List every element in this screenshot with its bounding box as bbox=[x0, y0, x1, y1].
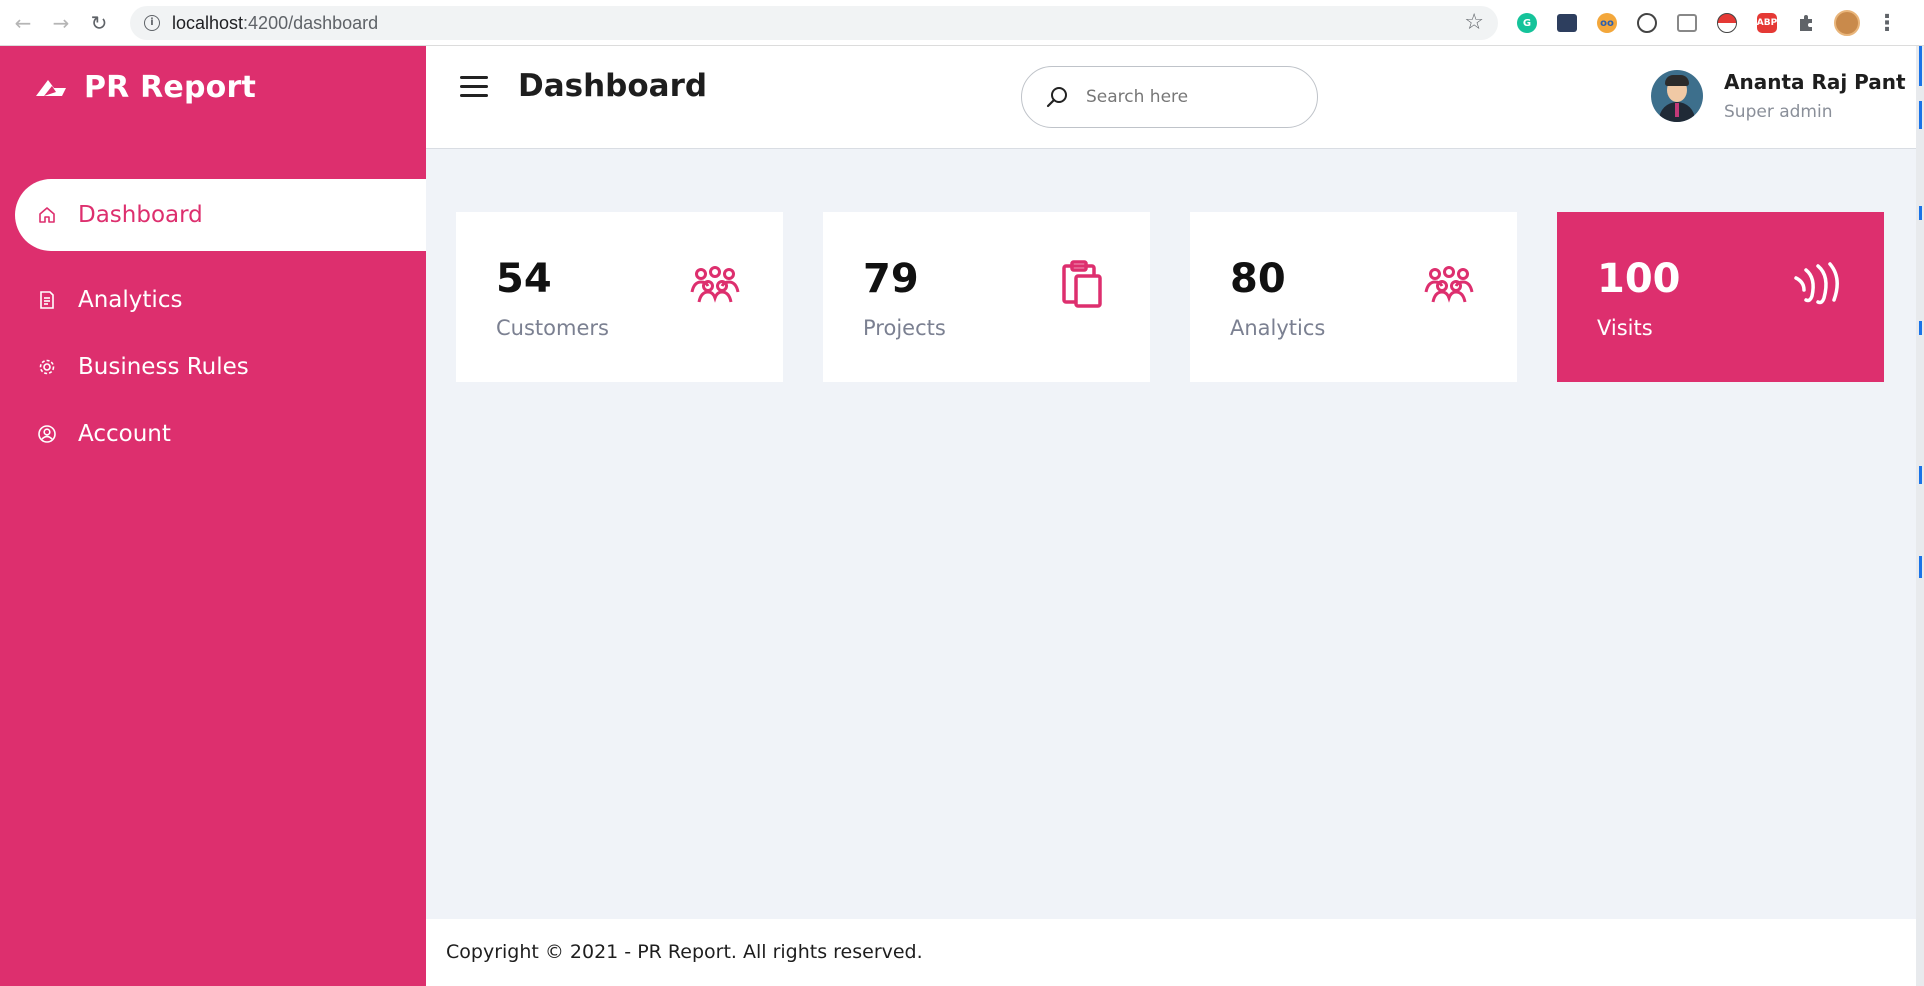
sidebar-item-analytics[interactable]: Analytics bbox=[0, 266, 426, 333]
back-arrow-icon[interactable]: ← bbox=[8, 8, 38, 38]
pokeball-icon[interactable] bbox=[1712, 8, 1742, 38]
browser-toolbar: ← → ↻ i localhost:4200/dashboard ☆ G oo … bbox=[0, 0, 1924, 46]
stat-value: 79 bbox=[863, 256, 919, 302]
sidebar-item-label: Dashboard bbox=[78, 202, 203, 228]
avatar[interactable] bbox=[1651, 70, 1703, 122]
sidebar-item-business-rules[interactable]: Business Rules bbox=[0, 333, 426, 400]
abp-label: ABP bbox=[1757, 13, 1777, 33]
sidebar-item-label: Business Rules bbox=[78, 353, 249, 380]
home-icon bbox=[36, 204, 58, 226]
user-circle-icon bbox=[36, 423, 58, 445]
footer: Copyright © 2021 - PR Report. All rights… bbox=[426, 919, 1916, 986]
gear-icon bbox=[36, 356, 58, 378]
kebab-menu-icon[interactable]: ⋮ bbox=[1872, 8, 1902, 38]
url-host: localhost bbox=[172, 12, 244, 33]
stat-label: Visits bbox=[1597, 316, 1653, 340]
bookmark-star-icon[interactable]: ☆ bbox=[1464, 10, 1484, 35]
cast-icon[interactable] bbox=[1672, 8, 1702, 38]
sidebar-menu: Dashboard Analytics Business Rules Accou… bbox=[0, 179, 426, 467]
search-icon bbox=[1046, 87, 1067, 108]
brand[interactable]: PR Report bbox=[34, 70, 256, 105]
search-box[interactable] bbox=[1021, 66, 1318, 128]
url-text[interactable]: localhost:4200/dashboard bbox=[172, 13, 378, 34]
page-title: Dashboard bbox=[518, 68, 708, 104]
stat-value: 54 bbox=[496, 256, 552, 302]
info-icon[interactable]: i bbox=[144, 15, 160, 31]
brand-name: PR Report bbox=[84, 70, 257, 105]
brand-logo-icon bbox=[36, 79, 66, 96]
stat-card-customers[interactable]: 54 Customers bbox=[456, 212, 783, 382]
people-icon bbox=[690, 266, 740, 303]
folder-icon[interactable] bbox=[1552, 8, 1582, 38]
stat-value: 80 bbox=[1230, 256, 1286, 302]
scrollbar[interactable] bbox=[1916, 46, 1924, 986]
user-info: Ananta Raj Pant Super admin bbox=[1724, 70, 1906, 122]
copyright-text: Copyright © 2021 - PR Report. All rights… bbox=[446, 941, 923, 963]
grammarly-icon[interactable]: G bbox=[1512, 8, 1542, 38]
reload-icon[interactable]: ↻ bbox=[84, 8, 114, 38]
report-icon bbox=[36, 289, 58, 311]
user-role: Super admin bbox=[1724, 102, 1833, 122]
sidebar-item-dashboard[interactable]: Dashboard bbox=[15, 179, 426, 251]
stat-card-visits[interactable]: 100 Visits bbox=[1557, 212, 1884, 382]
sync-icon[interactable] bbox=[1632, 8, 1662, 38]
abp-icon[interactable]: ABP bbox=[1752, 8, 1782, 38]
sidebar-item-label: Analytics bbox=[78, 286, 183, 313]
stat-label: Projects bbox=[863, 316, 946, 340]
user-name: Ananta Raj Pant bbox=[1724, 70, 1906, 94]
address-bar[interactable]: i localhost:4200/dashboard ☆ bbox=[130, 6, 1498, 40]
profile-avatar[interactable] bbox=[1832, 8, 1862, 38]
signal-waves-icon bbox=[1794, 262, 1839, 305]
clipboard-icon bbox=[1062, 260, 1102, 308]
hamburger-menu-icon[interactable] bbox=[460, 76, 488, 100]
stats-cards: 54 Customers 79 Projects 80 Analytics 10… bbox=[456, 212, 1884, 382]
puzzle-icon[interactable] bbox=[1792, 8, 1822, 38]
sidebar-item-label: Account bbox=[78, 420, 171, 447]
stat-card-analytics[interactable]: 80 Analytics bbox=[1190, 212, 1517, 382]
stat-label: Analytics bbox=[1230, 316, 1326, 340]
stat-label: Customers bbox=[496, 316, 609, 340]
forward-arrow-icon[interactable]: → bbox=[46, 8, 76, 38]
people-icon bbox=[1424, 266, 1474, 303]
user-profile[interactable]: Ananta Raj Pant Super admin bbox=[1651, 70, 1906, 122]
sidebar-item-account[interactable]: Account bbox=[0, 400, 426, 467]
topbar: Dashboard Ananta Raj Pant Super admin bbox=[426, 46, 1916, 149]
extensions-bar: G oo ABP ⋮ bbox=[1512, 8, 1902, 38]
sidebar: PR Report Dashboard Analytics Business R… bbox=[0, 46, 426, 986]
search-input[interactable] bbox=[1086, 87, 1286, 107]
url-path: :4200/dashboard bbox=[243, 12, 379, 33]
glasses-icon[interactable]: oo bbox=[1592, 8, 1622, 38]
stat-value: 100 bbox=[1597, 256, 1681, 302]
stat-card-projects[interactable]: 79 Projects bbox=[823, 212, 1150, 382]
